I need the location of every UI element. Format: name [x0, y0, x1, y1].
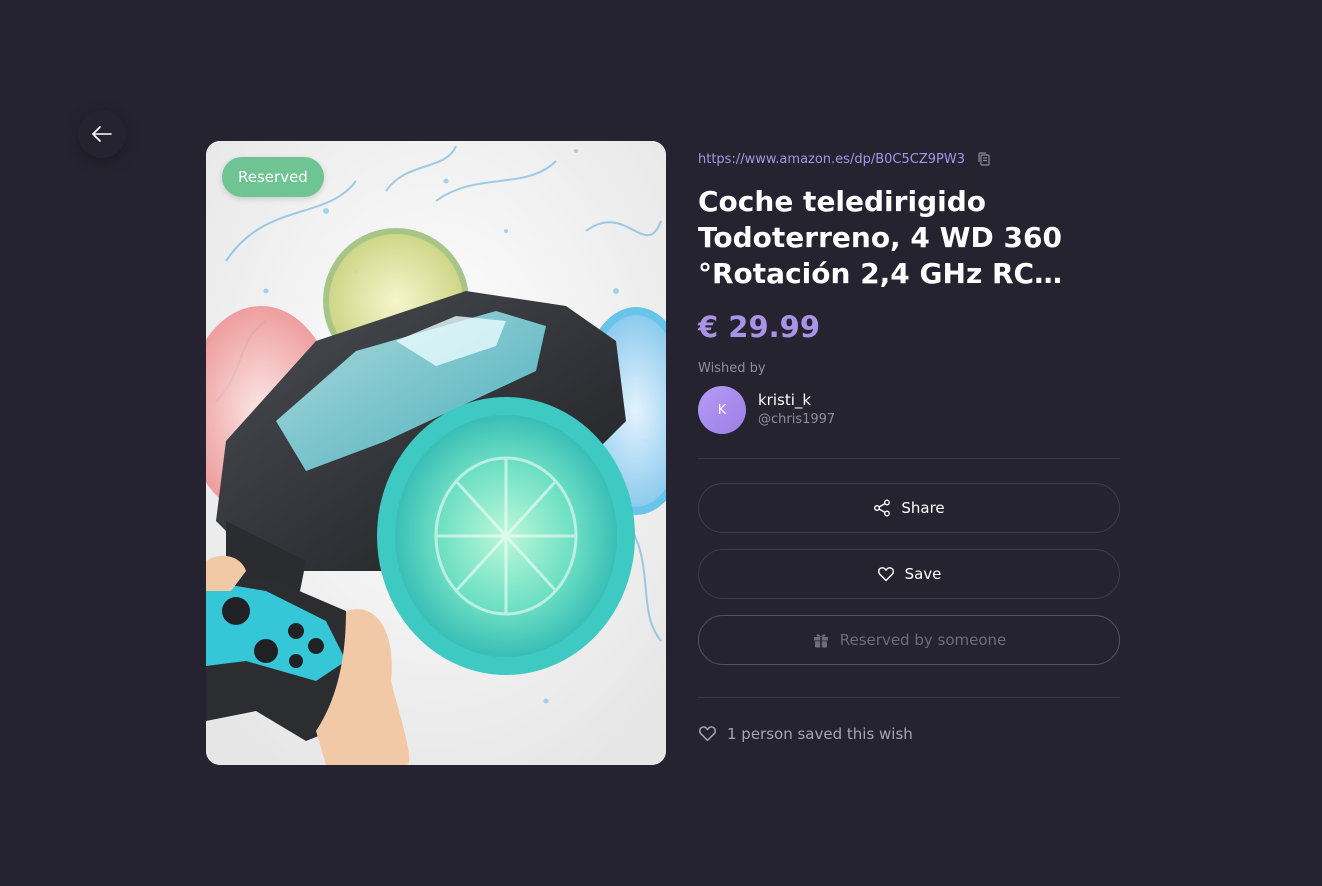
wisher-info: kristi_k @chris1997 [758, 390, 835, 430]
product-image: Reserved [206, 141, 666, 765]
product-link-row: https://www.amazon.es/dp/B0C5CZ9PW3 [698, 148, 1120, 170]
heart-outline-icon [698, 724, 717, 743]
gift-icon [812, 631, 830, 649]
wisher-handle: @chris1997 [758, 412, 836, 427]
avatar[interactable]: K [698, 386, 746, 434]
saved-count-row: 1 person saved this wish [698, 724, 1120, 743]
product-details: https://www.amazon.es/dp/B0C5CZ9PW3 Coch… [698, 148, 1120, 743]
action-buttons: Share Save Reserved by someone [698, 483, 1120, 665]
save-button-label: Save [904, 565, 942, 583]
save-button[interactable]: Save [698, 549, 1120, 599]
share-button-label: Share [901, 499, 945, 517]
wished-by-label: Wished by [698, 361, 766, 376]
product-title: Coche teledirigido Todoterreno, 4 WD 360… [698, 185, 1062, 290]
wisher-row: K kristi_k @chris1997 [698, 386, 1120, 459]
wish-detail-page: Reserved https://www.amazon.es/dp/B0C5CZ… [0, 0, 1322, 886]
wisher-name[interactable]: kristi_k [758, 390, 835, 410]
reserved-by-someone-button: Reserved by someone [698, 615, 1120, 665]
back-button[interactable] [78, 110, 126, 158]
arrow-left-icon [91, 123, 113, 145]
share-button[interactable]: Share [698, 483, 1120, 533]
divider [698, 697, 1120, 698]
product-link[interactable]: https://www.amazon.es/dp/B0C5CZ9PW3 [698, 152, 965, 167]
product-price: € 29.99 [698, 310, 821, 344]
saved-count-text: 1 person saved this wish [727, 724, 913, 743]
reserved-by-someone-label: Reserved by someone [839, 631, 1007, 649]
rc-car-illustration [206, 141, 666, 765]
reserved-badge: Reserved [222, 157, 324, 197]
share-icon [873, 499, 891, 517]
copy-icon[interactable] [977, 152, 991, 166]
heart-icon [877, 565, 895, 583]
